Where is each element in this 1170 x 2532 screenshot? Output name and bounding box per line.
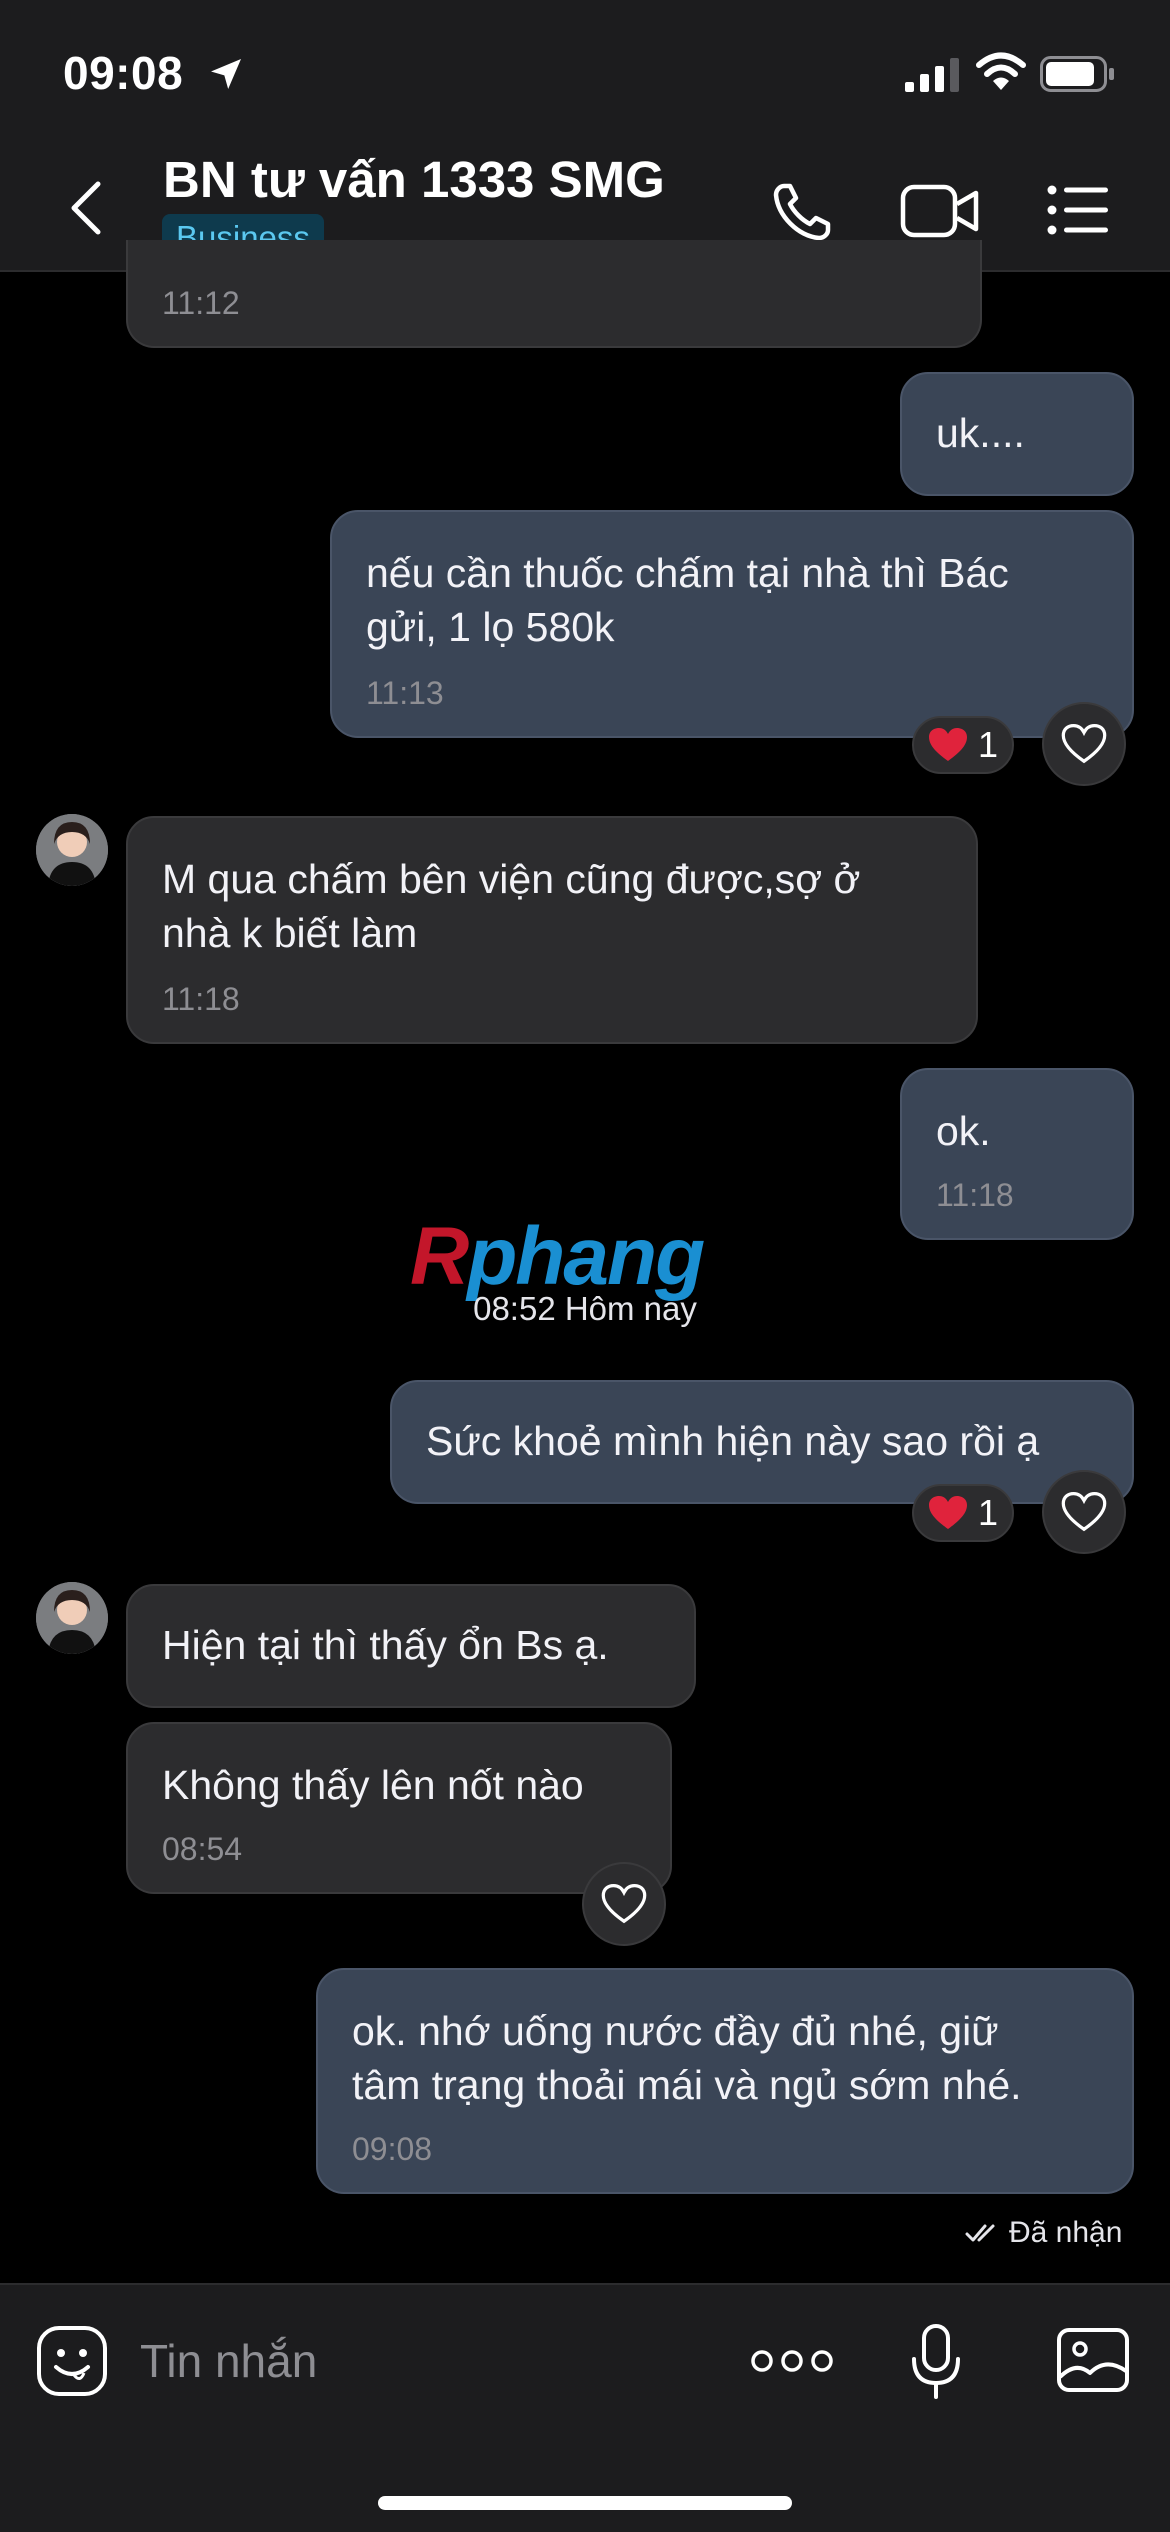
- message-outgoing[interactable]: uk....: [900, 372, 1134, 496]
- avatar-image: [36, 814, 108, 886]
- cellular-signal-icon: [905, 58, 959, 92]
- message-time: 09:08: [352, 2131, 433, 2167]
- location-arrow-icon: [211, 59, 241, 89]
- image-icon[interactable]: [1056, 2327, 1130, 2393]
- phone-icon[interactable]: [770, 180, 834, 244]
- microphone-icon[interactable]: [908, 2323, 964, 2401]
- message-time: 11:12: [162, 285, 240, 321]
- home-indicator: [378, 2496, 792, 2510]
- message-input[interactable]: [140, 2325, 700, 2397]
- list-menu-icon[interactable]: [1046, 182, 1110, 238]
- heart-icon: [601, 1883, 647, 1924]
- chat-title[interactable]: BN tư vấn 1333 SMG: [163, 150, 665, 209]
- message-time: 11:18: [936, 1177, 1014, 1213]
- message-text: Sức khoẻ mình hiện này sao rồi ạ: [426, 1418, 1040, 1464]
- heart-react-button[interactable]: [1042, 1470, 1126, 1554]
- delivery-status-text: Đã nhận: [1009, 2216, 1123, 2249]
- message-text: M qua chấm bên viện cũng được,sợ ở nhà k…: [162, 856, 861, 956]
- message-incoming[interactable]: Hiện tại thì thấy ổn Bs ạ.: [126, 1584, 696, 1708]
- heart-icon: [1061, 723, 1107, 764]
- day-separator: 08:52 Hôm nay: [473, 1290, 697, 1327]
- contact-avatar[interactable]: [36, 814, 108, 886]
- reaction-count: 1: [978, 724, 999, 765]
- heart-reaction-icon: [929, 728, 967, 761]
- message-text: Không thấy lên nốt nào: [162, 1762, 584, 1808]
- back-button[interactable]: [60, 178, 116, 238]
- message-composer: [0, 2283, 1170, 2532]
- reaction-pill[interactable]: 1: [912, 1484, 1015, 1542]
- message-time: 08:54: [162, 1831, 243, 1867]
- reaction-count: 1: [978, 1492, 999, 1533]
- smiley-icon[interactable]: [36, 2325, 108, 2397]
- video-camera-icon[interactable]: [900, 182, 980, 240]
- message-outgoing[interactable]: ok. nhớ uống nước đầy đủ nhé, giữ tâm tr…: [316, 1968, 1134, 2194]
- battery-icon: [1040, 56, 1114, 92]
- heart-react-button[interactable]: [1042, 702, 1126, 786]
- message-outgoing[interactable]: nếu cần thuốc chấm tại nhà thì Bác gửi, …: [330, 510, 1134, 738]
- message-time: 11:13: [366, 675, 444, 711]
- contact-avatar[interactable]: [36, 1582, 108, 1654]
- status-bar: 09:08: [0, 0, 1170, 140]
- message-text: uk....: [936, 410, 1025, 456]
- message-outgoing[interactable]: Sức khoẻ mình hiện này sao rồi ạ: [390, 1380, 1134, 1504]
- message-incoming[interactable]: Không thấy lên nốt nào 08:54: [126, 1722, 672, 1894]
- heart-react-button[interactable]: [582, 1862, 666, 1946]
- message-text: ok. nhớ uống nước đầy đủ nhé, giữ tâm tr…: [352, 2008, 1022, 2108]
- message-time: 11:18: [162, 981, 240, 1017]
- wifi-icon: [976, 52, 1026, 90]
- delivery-status: Đã nhận: [955, 2210, 1133, 2256]
- status-time: 09:08: [63, 47, 184, 99]
- reaction-pill[interactable]: 1: [912, 716, 1015, 774]
- double-check-icon: [965, 2224, 995, 2242]
- message-text: nếu cần thuốc chấm tại nhà thì Bác gửi, …: [366, 550, 1009, 650]
- message-incoming[interactable]: M qua chấm bên viện cũng được,sợ ở nhà k…: [126, 816, 978, 1044]
- heart-icon: [1061, 1491, 1107, 1532]
- ellipsis-icon[interactable]: [750, 2341, 834, 2381]
- message-text: ok.: [936, 1108, 991, 1154]
- heart-reaction-icon: [929, 1496, 967, 1529]
- message-incoming[interactable]: 11:12: [126, 240, 982, 348]
- message-text: Hiện tại thì thấy ổn Bs ạ.: [162, 1622, 609, 1668]
- message-outgoing[interactable]: ok. 11:18: [900, 1068, 1134, 1240]
- avatar-image: [36, 1582, 108, 1654]
